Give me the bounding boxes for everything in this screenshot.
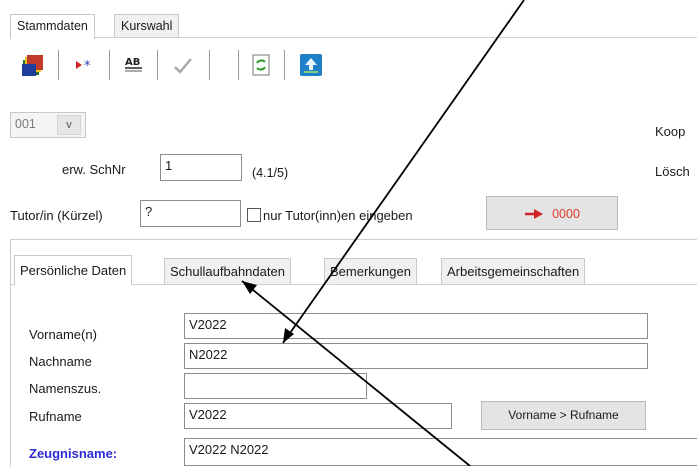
tab-persoenliche-daten[interactable]: Persönliche Daten <box>14 255 133 285</box>
annotation-arrows <box>241 0 525 466</box>
tab-stammdaten[interactable]: Stammdaten <box>10 14 95 39</box>
annotation-arrow-line <box>241 280 471 466</box>
annotation-arrow-line <box>282 0 525 344</box>
